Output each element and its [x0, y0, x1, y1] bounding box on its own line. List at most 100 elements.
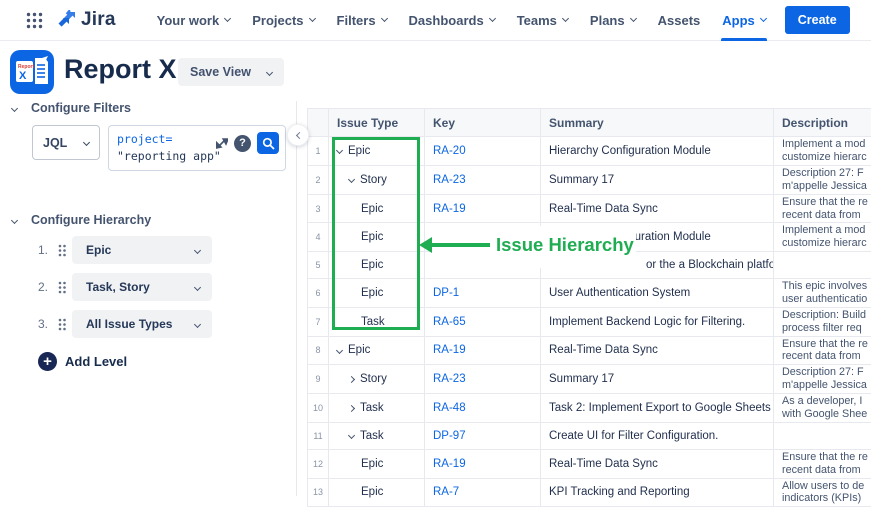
- summary-cell: KPI Tracking and Reporting: [541, 478, 774, 507]
- nav-item-your-work[interactable]: Your work: [146, 0, 242, 41]
- chevron-down-icon: [11, 104, 18, 111]
- app-switcher-icon[interactable]: [26, 12, 43, 29]
- chevron-left-icon: [296, 131, 303, 138]
- description-cell: Description 27: Fm'appelle Jessica: [774, 365, 871, 394]
- issue-key-link[interactable]: RA-23: [433, 174, 466, 186]
- chevron-right-icon[interactable]: [348, 376, 355, 383]
- chevron-down-icon: [224, 15, 231, 22]
- table-row: 2StoryRA-23Summary 17Description 27: Fm'…: [308, 165, 871, 194]
- column-header-issue-type: Issue Type: [329, 109, 425, 137]
- summary-cell: Hierarchy Configuration Module: [541, 137, 774, 166]
- issue-key-link[interactable]: RA-7: [433, 486, 459, 498]
- query-type-select[interactable]: JQL: [32, 125, 100, 160]
- nav-item-assets[interactable]: Assets: [647, 0, 712, 41]
- issue-key-cell: RA-65: [425, 307, 541, 336]
- configure-filters-label: Configure Filters: [31, 101, 131, 115]
- table-row: 9StoryRA-23Summary 17Description 27: Fm'…: [308, 365, 871, 394]
- issue-type-select[interactable]: All Issue Types: [72, 310, 212, 338]
- nav-item-teams[interactable]: Teams: [506, 0, 579, 41]
- drag-handle-icon[interactable]: [58, 244, 66, 257]
- plus-icon: +: [38, 352, 57, 371]
- row-number: 12: [308, 449, 329, 478]
- row-number: 10: [308, 394, 329, 423]
- issue-key-cell: RA-23: [425, 165, 541, 194]
- top-nav-bar: Jira Your work Projects Filters Dashboar…: [0, 0, 871, 41]
- collapse-panel-button[interactable]: [287, 124, 309, 146]
- jql-query-input[interactable]: project= "reporting app" ?: [108, 125, 286, 171]
- row-number: 7: [308, 307, 329, 336]
- issue-type-label: Epic: [361, 259, 383, 271]
- jira-logo[interactable]: Jira: [57, 9, 116, 31]
- chevron-down-icon[interactable]: [336, 347, 343, 354]
- row-number: 2: [308, 165, 329, 194]
- configure-hierarchy-header[interactable]: Configure Hierarchy: [0, 213, 296, 227]
- chevron-down-icon: [11, 216, 18, 223]
- drag-handle-icon[interactable]: [58, 281, 66, 294]
- issues-table-container: Issue TypeKeySummaryDescription 1EpicRA-…: [307, 108, 871, 507]
- search-button[interactable]: [257, 132, 279, 154]
- add-level-button[interactable]: + Add Level: [38, 352, 127, 371]
- summary-cell: Create UI for Filter Configuration.: [541, 423, 774, 450]
- summary-cell: Task 2: Implement Export to Google Sheet…: [541, 394, 774, 423]
- jira-wordmark: Jira: [81, 9, 116, 31]
- nav-item-plans[interactable]: Plans: [579, 0, 647, 41]
- chevron-down-icon: [83, 139, 90, 146]
- main-nav: Your work Projects Filters Dashboards Te…: [146, 0, 777, 41]
- jira-logo-icon: [57, 10, 77, 30]
- issue-type-label: Story: [360, 174, 387, 186]
- nav-item-filters[interactable]: Filters: [326, 0, 398, 41]
- query-type-value: JQL: [43, 136, 67, 150]
- issue-type-cell: Epic: [329, 278, 425, 307]
- issue-key-link[interactable]: RA-19: [433, 458, 466, 470]
- page-header: Report X Report X Save View: [0, 41, 871, 101]
- chevron-down-icon[interactable]: [348, 432, 355, 439]
- expand-icon[interactable]: [216, 137, 228, 149]
- column-header-row-number: [308, 109, 329, 137]
- issue-key-cell: RA-19: [425, 336, 541, 365]
- issue-key-link[interactable]: RA-19: [433, 344, 466, 356]
- issue-key-link[interactable]: RA-23: [433, 373, 466, 385]
- summary-cell: Real-Time Data Sync: [541, 336, 774, 365]
- table-header-row: Issue TypeKeySummaryDescription: [308, 109, 871, 137]
- help-icon[interactable]: ?: [234, 135, 251, 152]
- issue-type-cell: Epic: [329, 252, 425, 279]
- issue-key-link[interactable]: RA-65: [433, 316, 466, 328]
- create-button[interactable]: Create: [785, 6, 850, 34]
- hierarchy-level-row: 2. Task, Story: [38, 273, 296, 301]
- drag-handle-icon[interactable]: [58, 318, 66, 331]
- chevron-down-icon[interactable]: [336, 147, 343, 154]
- issue-key-cell: RA-20: [425, 137, 541, 166]
- configure-filters-header[interactable]: Configure Filters: [0, 101, 296, 115]
- save-view-button[interactable]: Save View: [178, 58, 284, 86]
- chevron-right-icon[interactable]: [348, 405, 355, 412]
- issue-key-cell: DP-1: [425, 278, 541, 307]
- table-row: 7TaskRA-65Implement Backend Logic for Fi…: [308, 307, 871, 336]
- configuration-panel: Configure Filters JQL project= "reportin…: [0, 101, 296, 496]
- nav-item-apps[interactable]: Apps: [711, 0, 777, 41]
- description-cell: This epic involvesuser authenticatio: [774, 278, 871, 307]
- issue-type-cell: Epic: [329, 336, 425, 365]
- chevron-down-icon[interactable]: [348, 176, 355, 183]
- issue-key-link[interactable]: RA-20: [433, 145, 466, 157]
- issue-type-select[interactable]: Task, Story: [72, 273, 212, 301]
- issue-key-link[interactable]: RA-19: [433, 203, 466, 215]
- nav-item-dashboards[interactable]: Dashboards: [398, 0, 506, 41]
- row-number: 3: [308, 194, 329, 223]
- description-cell: Ensure that the rerecent data from: [774, 336, 871, 365]
- nav-item-projects[interactable]: Projects: [241, 0, 325, 41]
- table-row: 12EpicRA-19Real-Time Data SyncEnsure tha…: [308, 449, 871, 478]
- description-cell: Ensure that the rerecent data from: [774, 194, 871, 223]
- hierarchy-level-row: 1. Epic: [38, 236, 296, 264]
- issue-key-link[interactable]: DP-1: [433, 287, 459, 299]
- issue-type-select[interactable]: Epic: [72, 236, 212, 264]
- row-number: 9: [308, 365, 329, 394]
- description-cell: Description 27: Fm'appelle Jessica: [774, 165, 871, 194]
- issue-type-label: Epic: [361, 203, 383, 215]
- svg-text:X: X: [19, 70, 27, 82]
- issue-key-cell: RA-19: [425, 449, 541, 478]
- chevron-down-icon: [562, 15, 569, 22]
- issue-key-link[interactable]: DP-97: [433, 430, 466, 442]
- issue-key-link[interactable]: RA-48: [433, 402, 466, 414]
- row-number: 13: [308, 478, 329, 507]
- chevron-down-icon[interactable]: [266, 68, 273, 75]
